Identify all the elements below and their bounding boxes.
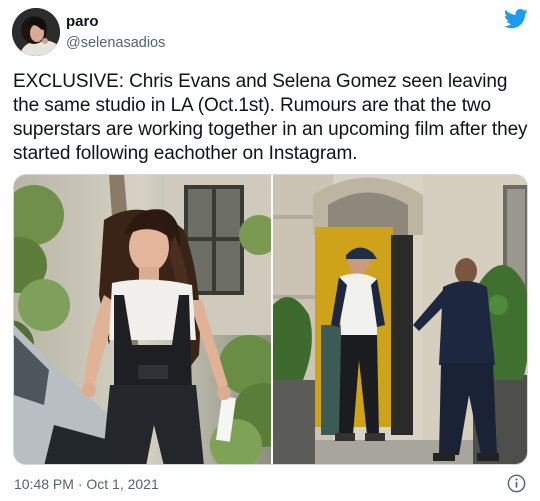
info-icon[interactable] — [507, 474, 526, 493]
tweet-text: EXCLUSIVE: Chris Evans and Selena Gomez … — [13, 71, 528, 164]
avatar[interactable] — [12, 8, 60, 56]
twitter-bird-icon[interactable] — [504, 9, 528, 29]
tweet-media[interactable] — [13, 174, 528, 465]
media-photo-1[interactable] — [14, 175, 271, 464]
media-photo-2[interactable] — [273, 175, 527, 464]
photo-men-at-yellow-door — [273, 175, 527, 464]
tweet-card: paro @selenasadios EXCLUSIVE: Chris Evan… — [0, 0, 540, 501]
tweet-timestamp[interactable]: 10:48 PM · Oct 1, 2021 — [14, 475, 159, 493]
author-display-name[interactable]: paro — [66, 12, 165, 31]
author-handle[interactable]: @selenasadios — [66, 33, 165, 53]
author-block: paro @selenasadios — [66, 12, 165, 53]
avatar-image — [12, 8, 60, 56]
photo-woman-in-overalls — [14, 175, 271, 464]
